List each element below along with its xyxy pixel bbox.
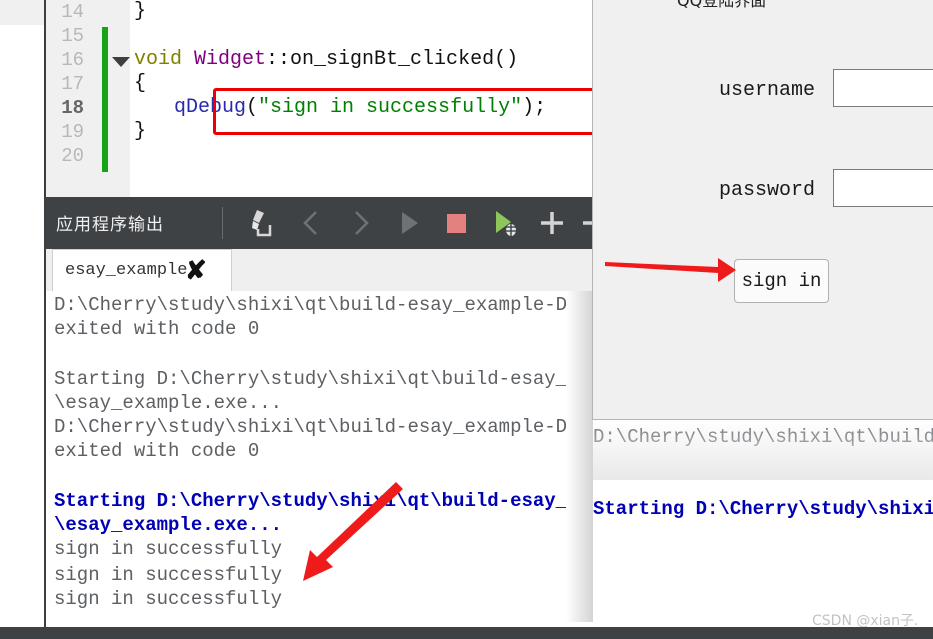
output-line-sign-in: sign in successfully [54, 588, 283, 610]
output-overflow-shade [593, 420, 933, 480]
code-lines: } void Widget::on_signBt_clicked() { qDe… [134, 0, 593, 197]
output-line-starting-cont: \esay_example.exe... [54, 514, 283, 536]
output-text-area[interactable]: D:\Cherry\study\shixi\qt\build-esay_exam… [46, 291, 593, 622]
output-overflow-line-2: Starting D:\Cherry\study\shixi\qt\build-… [593, 498, 933, 520]
line-number: 20 [61, 145, 84, 167]
line-number-active: 18 [61, 97, 84, 119]
output-line-sign-in: sign in successfully [54, 538, 283, 560]
output-line: exited with code 0 [54, 440, 260, 462]
line-number: 15 [61, 25, 84, 47]
output-tab-label: esay_example [65, 261, 188, 280]
password-label: password [719, 179, 816, 202]
run-icon[interactable] [390, 205, 426, 241]
line-number: 17 [61, 73, 84, 95]
output-line: \esay_example.exe... [54, 392, 283, 414]
password-input[interactable] [833, 169, 933, 207]
output-right-shade [566, 291, 593, 622]
application-output-pane: 应用程序输出 esay_example ✘ D:\Cherry\study\sh… [46, 197, 593, 622]
output-toolbar: 应用程序输出 [46, 197, 593, 249]
output-line-starting: Starting D:\Cherry\study\shixi\qt\build-… [54, 490, 593, 512]
change-marker-bar [102, 27, 108, 172]
output-line: exited with code 0 [54, 318, 260, 340]
output-pane-title: 应用程序输出 [56, 215, 164, 235]
stop-icon[interactable] [438, 205, 474, 241]
output-line: D:\Cherry\study\shixi\qt\build-esay_exam… [54, 416, 593, 438]
zoom-in-icon[interactable] [534, 205, 570, 241]
left-margin [0, 0, 45, 639]
code-line: { [134, 72, 147, 95]
zoom-out-icon[interactable] [576, 205, 593, 241]
code-line-function-signature: void Widget::on_signBt_clicked() [134, 48, 519, 71]
code-line: } [134, 120, 147, 143]
line-number: 19 [61, 121, 84, 143]
left-margin-top-strip [0, 0, 45, 25]
chevron-down-icon[interactable] [112, 57, 130, 67]
line-number: 16 [61, 49, 84, 71]
dialog-title: QQ登陆界面 [677, 0, 767, 10]
output-line-sign-in: sign in successfully [54, 564, 283, 586]
clear-output-icon[interactable] [244, 205, 280, 241]
previous-item-icon[interactable] [294, 205, 330, 241]
output-tab-bar: esay_example ✘ [46, 249, 593, 291]
debug-run-icon[interactable] [486, 205, 522, 241]
username-input[interactable] [833, 69, 933, 107]
toolbar-separator [222, 207, 223, 239]
output-line: Starting D:\Cherry\study\shixi\qt\build-… [54, 368, 593, 390]
screenshot-root: D:\Cherry\study\shixi\qt\build-esay_exam… [0, 0, 933, 639]
bottom-status-bar [0, 627, 933, 639]
sign-in-button-label: sign in [741, 270, 822, 292]
code-line-qdebug: qDebug("sign in successfully"); [174, 96, 547, 119]
code-editor[interactable]: 14 15 16 17 18 19 20 } void Widget::on_s… [46, 0, 593, 197]
output-tab-esay-example[interactable]: esay_example ✘ [52, 249, 232, 291]
next-item-icon[interactable] [342, 205, 378, 241]
editor-gutter: 14 15 16 17 18 19 20 [46, 0, 130, 197]
sign-in-button[interactable]: sign in [734, 259, 829, 303]
output-line: D:\Cherry\study\shixi\qt\build-esay_exam… [54, 294, 593, 316]
username-label: username [719, 79, 816, 102]
close-icon[interactable]: ✘ [185, 254, 207, 286]
code-line: } [134, 0, 147, 23]
qq-login-dialog[interactable]: QQ登陆界面 username password sign in [592, 0, 933, 420]
line-number: 14 [61, 1, 84, 23]
